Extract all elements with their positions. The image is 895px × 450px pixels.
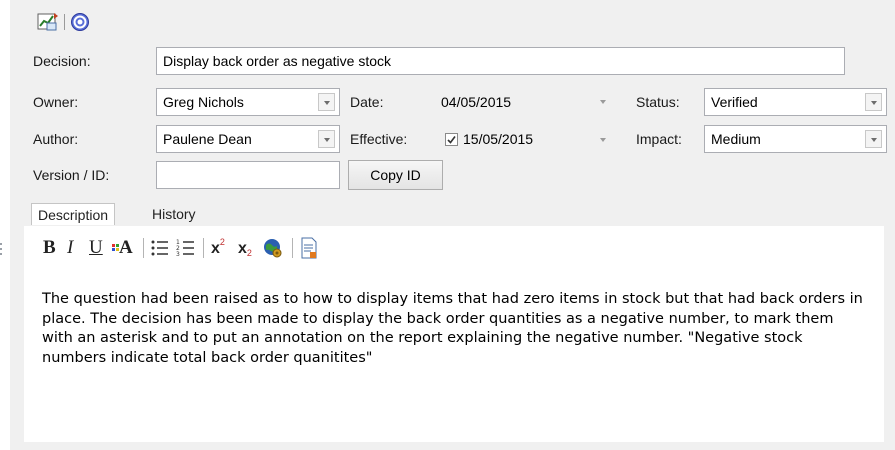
description-text[interactable]: The question had been raised as to how t…	[42, 290, 867, 435]
date-value[interactable]: 04/05/2015	[441, 88, 511, 116]
toolbar-separator	[64, 14, 65, 30]
owner-label: Owner:	[33, 94, 79, 110]
superscript-x: x	[211, 240, 220, 257]
font-color-button[interactable]: A	[112, 234, 138, 262]
owner-combo[interactable]: Greg Nichols	[156, 88, 340, 116]
effective-date-value[interactable]: 15/05/2015	[463, 125, 533, 153]
version-label: Version / ID:	[33, 167, 110, 183]
checkmark-icon	[447, 136, 456, 144]
help-icon[interactable]	[70, 12, 90, 32]
bullet-list-icon[interactable]	[150, 238, 170, 258]
effective-dropdown-arrow[interactable]	[600, 138, 608, 143]
effective-label: Effective:	[350, 131, 408, 147]
subscript-x: x	[238, 240, 247, 257]
tab-history[interactable]: History	[146, 203, 202, 225]
decision-input[interactable]: Display back order as negative stock	[156, 47, 845, 75]
bold-button[interactable]: B	[43, 234, 56, 262]
splitter-grip-dot	[0, 248, 2, 250]
splitter-grip-dot	[0, 253, 2, 255]
underline-button[interactable]: U	[89, 234, 103, 262]
status-dropdown-button[interactable]	[865, 93, 882, 111]
copy-id-button[interactable]: Copy ID	[348, 160, 443, 190]
splitter-grip-dot	[0, 243, 2, 245]
impact-dropdown-button[interactable]	[865, 130, 882, 148]
date-dropdown-arrow[interactable]	[600, 100, 608, 105]
font-color-letter: A	[119, 237, 133, 258]
impact-combo[interactable]: Medium	[704, 125, 887, 153]
toolbar-separator	[203, 238, 204, 258]
status-value: Verified	[711, 94, 758, 110]
effective-checkbox[interactable]	[445, 133, 458, 146]
italic-button[interactable]: I	[67, 234, 73, 262]
author-value: Paulene Dean	[163, 131, 252, 147]
hyperlink-globe-icon[interactable]	[262, 237, 284, 259]
numbered-list-icon[interactable]: 1 2 3	[176, 238, 196, 258]
chart-properties-icon[interactable]	[37, 12, 59, 32]
tab-description[interactable]: Description	[31, 203, 116, 225]
toolbar-separator	[143, 238, 144, 258]
status-label: Status:	[636, 94, 680, 110]
author-dropdown-button[interactable]	[318, 130, 335, 148]
superscript-button[interactable]: x2	[211, 234, 233, 262]
version-input[interactable]	[156, 161, 340, 189]
impact-value: Medium	[711, 131, 761, 147]
decision-label: Decision:	[33, 53, 91, 69]
svg-text:3: 3	[176, 251, 180, 258]
subscript-mark: 2	[246, 248, 252, 258]
status-combo[interactable]: Verified	[704, 88, 887, 116]
author-combo[interactable]: Paulene Dean	[156, 125, 340, 153]
superscript-mark: 2	[219, 237, 225, 247]
subscript-button[interactable]: x2	[238, 234, 260, 262]
author-label: Author:	[33, 131, 79, 147]
owner-dropdown-button[interactable]	[318, 93, 335, 111]
date-label: Date:	[350, 94, 384, 110]
document-icon[interactable]	[300, 237, 318, 259]
toolbar-separator	[292, 238, 293, 258]
impact-label: Impact:	[636, 131, 682, 147]
owner-value: Greg Nichols	[163, 94, 244, 110]
